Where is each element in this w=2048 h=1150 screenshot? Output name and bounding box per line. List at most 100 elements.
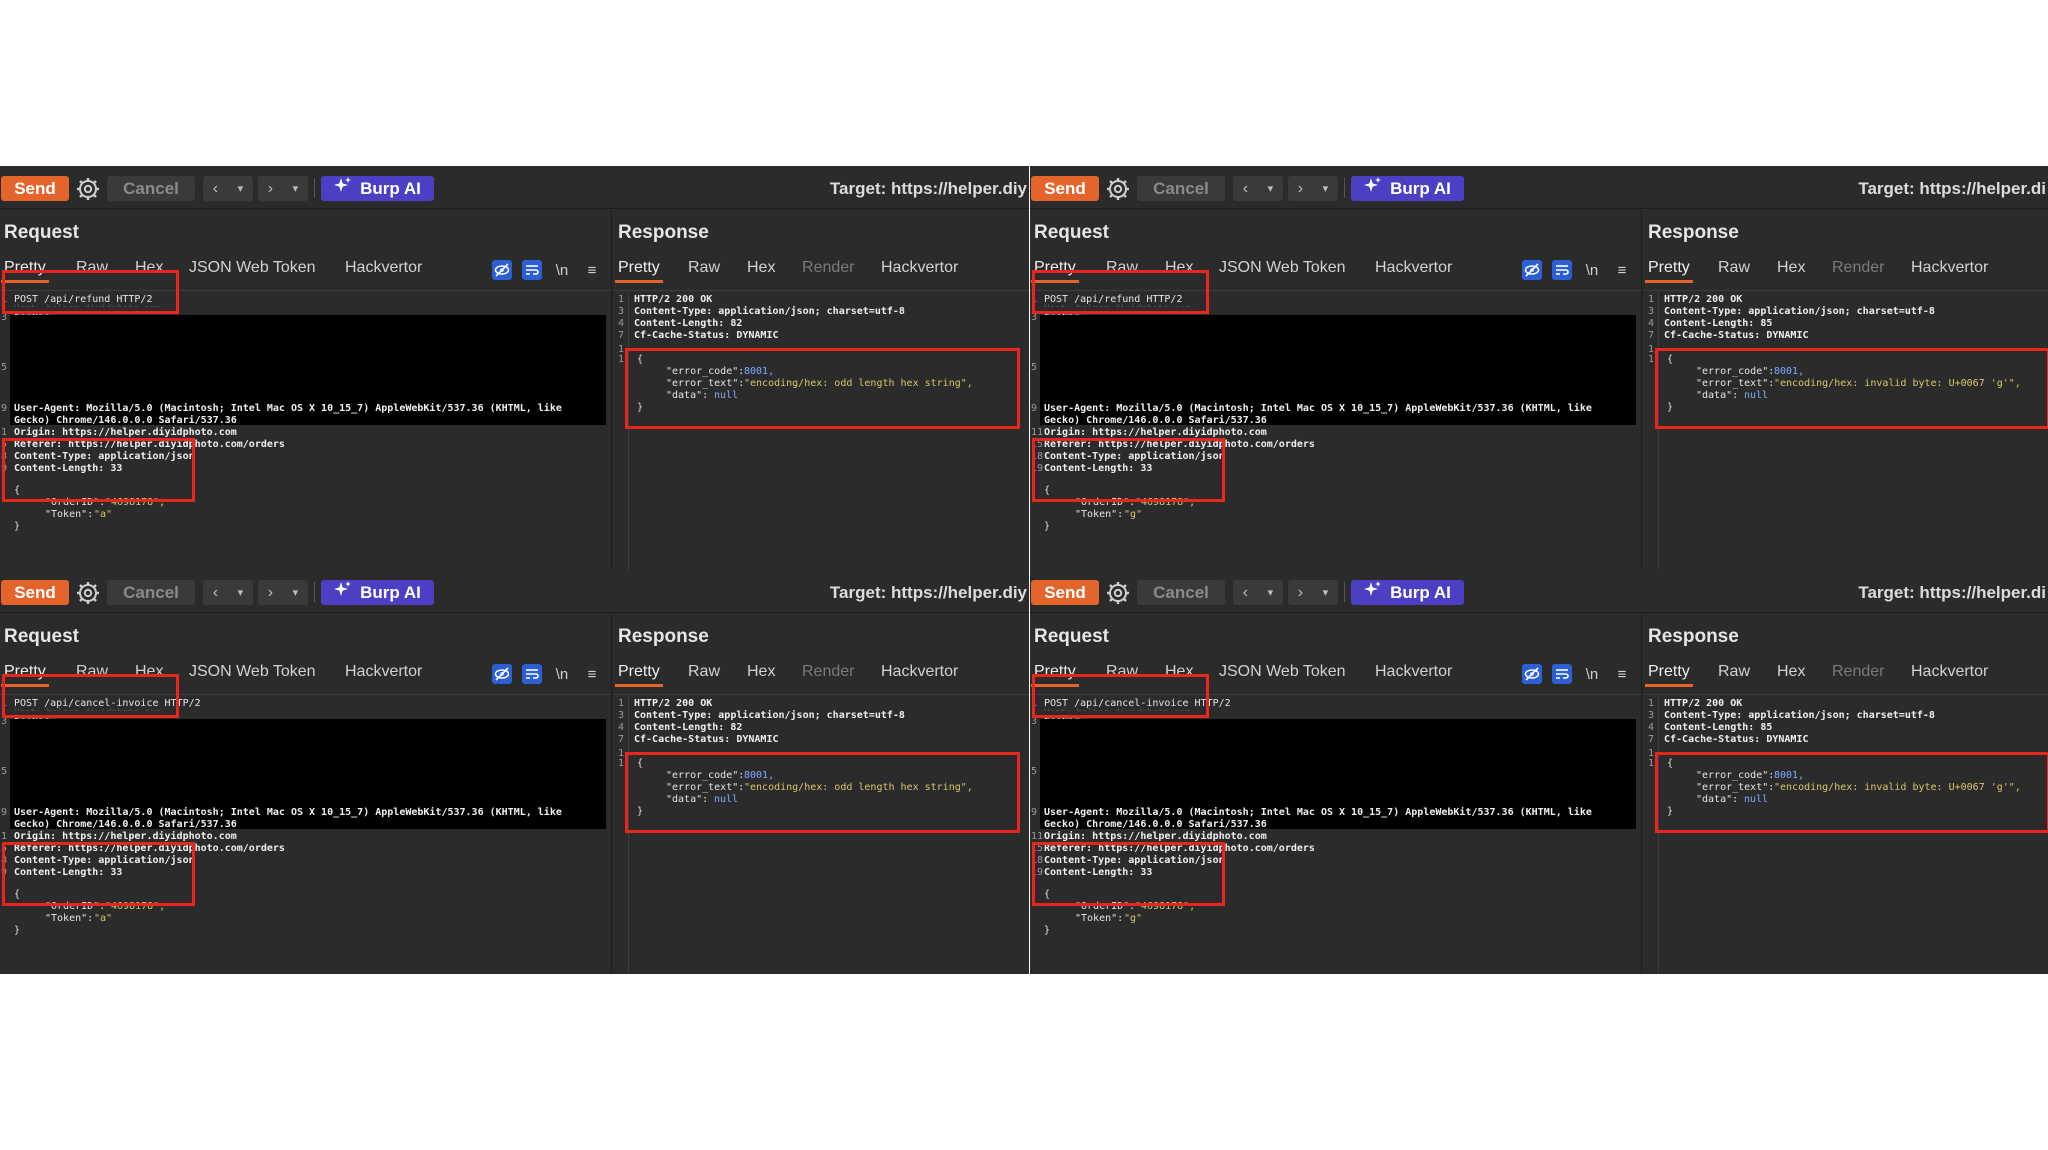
line-number: 7 (1648, 330, 1655, 341)
hamburger-menu-icon[interactable]: ≡ (1611, 663, 1633, 685)
history-back-button[interactable]: ‹ ▾ (203, 176, 253, 201)
burp-ai-button[interactable]: Burp AI (1351, 580, 1464, 605)
tab-hex[interactable]: Hex (747, 259, 775, 277)
tab-pretty[interactable]: Pretty (615, 663, 663, 687)
request-editor[interactable]: 1 POST /api/cancel-invoice HTTP/2 Host: … (0, 696, 611, 974)
tab-pretty[interactable]: Pretty (1645, 259, 1693, 283)
target-label[interactable]: Target: https://helper.di (1858, 176, 2046, 201)
chevron-down-icon[interactable]: ▾ (1323, 182, 1329, 195)
line-number: 7 (1648, 734, 1655, 745)
chevron-down-icon[interactable]: ▾ (293, 586, 299, 599)
history-forward-button[interactable]: › ▾ (258, 176, 308, 201)
eye-off-icon[interactable] (1521, 663, 1543, 685)
eye-off-icon[interactable] (491, 259, 513, 281)
tab-hex[interactable]: Hex (1777, 663, 1805, 681)
gear-icon[interactable] (75, 176, 101, 202)
burp-ai-button[interactable]: Burp AI (321, 176, 434, 201)
hamburger-menu-icon[interactable]: ≡ (581, 663, 603, 685)
chevron-down-icon[interactable]: ▾ (1268, 182, 1274, 195)
chevron-down-icon[interactable]: ▾ (1268, 586, 1274, 599)
chevron-right-icon: › (267, 179, 274, 197)
tab-render[interactable]: Render (1832, 259, 1884, 277)
chevron-down-icon[interactable]: ▾ (238, 586, 244, 599)
word-wrap-icon[interactable] (521, 259, 543, 281)
content-length-header: Content-Length: 82 (634, 318, 743, 329)
history-forward-button[interactable]: › ▾ (258, 580, 308, 605)
chevron-down-icon[interactable]: ▾ (238, 182, 244, 195)
send-button[interactable]: Send (1031, 176, 1099, 201)
json-brace-close: } (1044, 925, 1051, 936)
target-label[interactable]: Target: https://helper.diy (830, 580, 1027, 605)
history-forward-button[interactable]: › ▾ (1288, 580, 1338, 605)
tab-divider (1644, 290, 2048, 291)
tab-raw[interactable]: Raw (688, 663, 720, 681)
newline-icon[interactable]: \n (1581, 259, 1603, 281)
send-button[interactable]: Send (1031, 580, 1099, 605)
gear-icon[interactable] (1105, 176, 1131, 202)
send-button[interactable]: Send (1, 176, 69, 201)
tab-pretty[interactable]: Pretty (615, 259, 663, 283)
tab-hackvertor[interactable]: Hackvertor (881, 663, 958, 681)
sparkle-icon (334, 177, 352, 200)
tab-render[interactable]: Render (1832, 663, 1884, 681)
burp-ai-button[interactable]: Burp AI (321, 580, 434, 605)
response-editor[interactable]: 1 HTTP/2 200 OK 3 Content-Type: applicat… (614, 292, 1029, 570)
newline-icon[interactable]: \n (551, 259, 573, 281)
cancel-button[interactable]: Cancel (1137, 580, 1225, 605)
tab-json-web-token[interactable]: JSON Web Token (1219, 663, 1346, 681)
tab-hackvertor[interactable]: Hackvertor (1911, 259, 1988, 277)
gear-icon[interactable] (1105, 580, 1131, 606)
history-forward-button[interactable]: › ▾ (1288, 176, 1338, 201)
cf-cache-status-header: Cf-Cache-Status: DYNAMIC (634, 330, 779, 341)
tab-render[interactable]: Render (802, 663, 854, 681)
target-label[interactable]: Target: https://helper.di (1858, 580, 2046, 605)
chevron-down-icon[interactable]: ▾ (293, 182, 299, 195)
word-wrap-icon[interactable] (521, 663, 543, 685)
tab-raw[interactable]: Raw (1718, 259, 1750, 277)
cancel-button[interactable]: Cancel (107, 176, 195, 201)
request-editor[interactable]: 1 POST /api/refund HTTP/2 Host: helper.d… (1030, 292, 1641, 570)
word-wrap-icon[interactable] (1551, 259, 1573, 281)
history-back-button[interactable]: ‹ ▾ (203, 580, 253, 605)
eye-off-icon[interactable] (491, 663, 513, 685)
tab-hackvertor[interactable]: Hackvertor (345, 663, 422, 681)
tab-raw[interactable]: Raw (688, 259, 720, 277)
tab-hackvertor[interactable]: Hackvertor (1375, 259, 1452, 277)
eye-off-icon[interactable] (1521, 259, 1543, 281)
cancel-button[interactable]: Cancel (107, 580, 195, 605)
newline-icon[interactable]: \n (551, 663, 573, 685)
tab-json-web-token[interactable]: JSON Web Token (189, 663, 316, 681)
target-label[interactable]: Target: https://helper.diy (830, 176, 1027, 201)
request-editor[interactable]: 1 POST /api/cancel-invoice HTTP/2 Host: … (1030, 696, 1641, 974)
tab-pretty[interactable]: Pretty (1645, 663, 1693, 687)
highlight-request-body (2, 842, 195, 906)
tab-raw[interactable]: Raw (1718, 663, 1750, 681)
response-editor[interactable]: 1 HTTP/2 200 OK 3 Content-Type: applicat… (614, 696, 1029, 974)
hamburger-menu-icon[interactable]: ≡ (1611, 259, 1633, 281)
gear-icon[interactable] (75, 580, 101, 606)
burp-ai-button[interactable]: Burp AI (1351, 176, 1464, 201)
word-wrap-icon[interactable] (1551, 663, 1573, 685)
chevron-down-icon[interactable]: ▾ (1323, 586, 1329, 599)
request-editor[interactable]: 1 POST /api/refund HTTP/2 Host: helper.d… (0, 292, 611, 570)
history-back-button[interactable]: ‹ ▾ (1233, 176, 1283, 201)
response-editor[interactable]: 1 HTTP/2 200 OK 3 Content-Type: applicat… (1644, 696, 2048, 974)
tab-hackvertor[interactable]: Hackvertor (881, 259, 958, 277)
cancel-button[interactable]: Cancel (1137, 176, 1225, 201)
tab-hackvertor[interactable]: Hackvertor (1911, 663, 1988, 681)
tab-hackvertor[interactable]: Hackvertor (345, 259, 422, 277)
newline-icon[interactable]: \n (1581, 663, 1603, 685)
tab-json-web-token[interactable]: JSON Web Token (189, 259, 316, 277)
status-line: HTTP/2 200 OK (1664, 698, 1743, 709)
tab-render[interactable]: Render (802, 259, 854, 277)
hamburger-menu-icon[interactable]: ≡ (581, 259, 603, 281)
tab-hackvertor[interactable]: Hackvertor (1375, 663, 1452, 681)
response-editor[interactable]: 1 HTTP/2 200 OK 3 Content-Type: applicat… (1644, 292, 2048, 570)
tab-json-web-token[interactable]: JSON Web Token (1219, 259, 1346, 277)
tab-hex[interactable]: Hex (747, 663, 775, 681)
json-brace-close: } (14, 521, 21, 532)
history-back-button[interactable]: ‹ ▾ (1233, 580, 1283, 605)
send-button[interactable]: Send (1, 580, 69, 605)
tab-hex[interactable]: Hex (1777, 259, 1805, 277)
response-tabs: Pretty Raw Hex Render Hackvertor (1645, 663, 2048, 687)
